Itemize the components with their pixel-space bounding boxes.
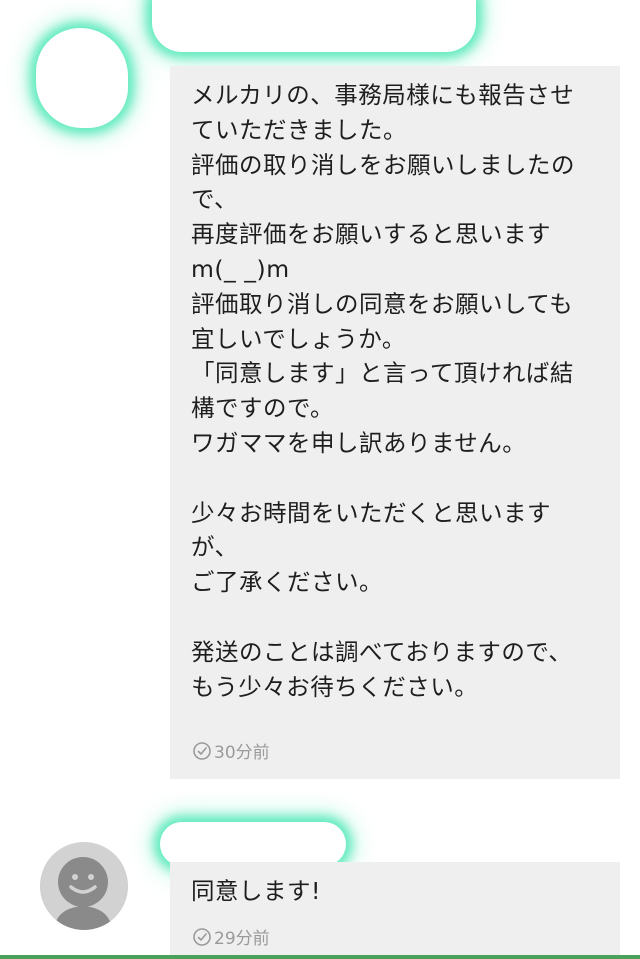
redacted-username[interactable] — [160, 822, 346, 866]
clock-icon — [192, 927, 212, 947]
message-bubble: メルカリの、事務局様にも報告させていただきました。 評価の取り消しをお願いしまし… — [170, 66, 620, 779]
redacted-avatar[interactable] — [36, 28, 128, 128]
message-timestamp: 30分前 — [192, 738, 270, 763]
default-avatar-icon[interactable] — [40, 842, 128, 930]
message-text: メルカリの、事務局様にも報告させていただきました。 評価の取り消しをお願いしまし… — [191, 81, 575, 701]
message-timestamp: 29分前 — [192, 924, 270, 949]
clock-icon — [192, 741, 212, 761]
time-label: 30分前 — [214, 743, 270, 763]
bottom-border — [0, 955, 640, 959]
redacted-username[interactable] — [152, 0, 476, 52]
message-text: 同意します! — [191, 877, 321, 905]
time-label: 29分前 — [214, 929, 270, 949]
chat-screen: メルカリの、事務局様にも報告させていただきました。 評価の取り消しをお願いしまし… — [0, 0, 640, 959]
message-bubble: 同意します! 29分前 — [170, 862, 620, 959]
